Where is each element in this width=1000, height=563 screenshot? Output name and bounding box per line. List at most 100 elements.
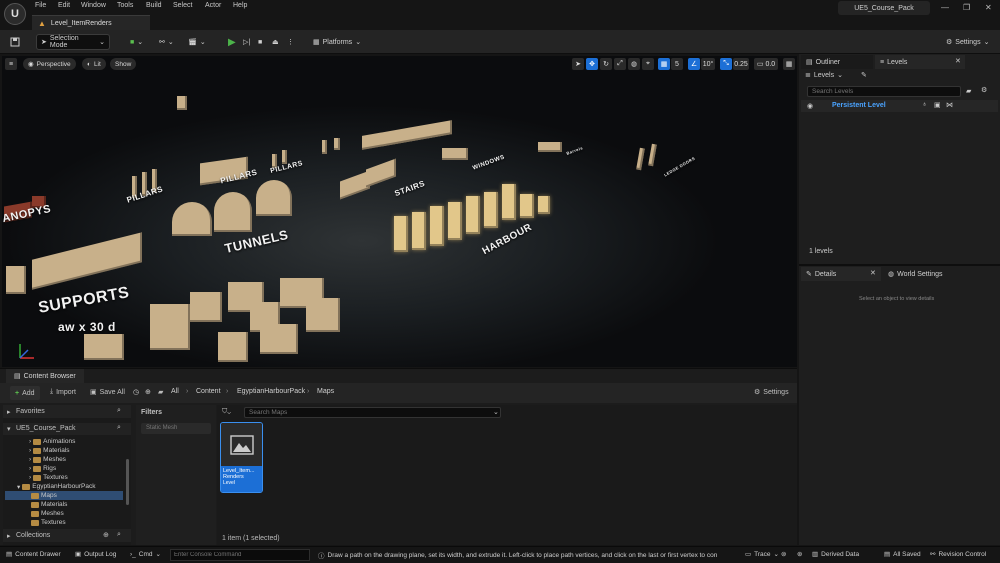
eject-icon[interactable]: ⏏ <box>268 34 283 50</box>
add-collection-icon[interactable]: ⊕ <box>103 531 109 539</box>
menu-tools[interactable]: Tools <box>117 2 133 9</box>
levels-dropdown[interactable]: ≣ Levels ⌄ <box>805 71 843 80</box>
tree-item-materials[interactable]: Materials <box>31 500 67 509</box>
close-tab-icon[interactable]: ✕ <box>955 57 961 65</box>
folder-icon[interactable]: ▰ <box>966 87 971 95</box>
breadcrumb-egyptian-harbour-pack[interactable]: EgyptianHarbourPack <box>237 388 305 395</box>
tree-item-meshes[interactable]: Meshes <box>31 509 64 518</box>
breadcrumb-content[interactable]: Content <box>196 388 221 395</box>
step-icon[interactable]: ▷| <box>239 34 254 50</box>
derived-data-button[interactable]: ▥ Derived Data <box>812 550 859 559</box>
platforms-button[interactable]: ▦ Platforms ⌄ <box>309 34 365 50</box>
scale-snap-value[interactable]: 0.25 <box>733 58 749 70</box>
menu-actor[interactable]: Actor <box>205 2 221 9</box>
scale-icon[interactable]: ⤢ <box>614 58 626 70</box>
content-settings-button[interactable]: ⚙ Settings <box>754 388 789 397</box>
forward-icon[interactable]: ⊕ <box>145 388 151 396</box>
close-tab-icon[interactable]: ✕ <box>870 269 876 277</box>
tree-item-maps[interactable]: Maps <box>5 491 123 500</box>
menu-file[interactable]: File <box>35 2 46 9</box>
favorites-header[interactable]: ▸ Favorites ⌕ <box>3 405 131 418</box>
maximize-viewport-icon[interactable]: ▦ <box>783 58 795 70</box>
translate-icon[interactable]: ✥ <box>586 58 598 70</box>
save-icon[interactable] <box>6 34 24 50</box>
content-drawer-button[interactable]: ▤ Content Drawer <box>6 550 61 559</box>
menu-help[interactable]: Help <box>233 2 247 9</box>
camera-speed-button[interactable]: ▭ 0.0 <box>754 58 778 70</box>
maximize-icon[interactable]: ❐ <box>963 3 970 12</box>
tab-world-settings[interactable]: ◍ World Settings <box>883 267 983 281</box>
scale-snap-icon[interactable]: ⤡ <box>720 58 732 70</box>
search-icon[interactable]: ⌕ <box>117 531 121 539</box>
tab-outliner[interactable]: ▤ Outliner <box>801 55 873 69</box>
menu-window[interactable]: Window <box>81 2 106 9</box>
history-icon[interactable]: ◷ <box>133 388 139 396</box>
hamburger-menu-icon[interactable]: ≡ <box>5 58 17 70</box>
breadcrumb-all[interactable]: All <box>171 388 179 395</box>
cmd-dropdown[interactable]: ›_ Cmd ⌄ <box>130 550 161 559</box>
tree-item-textures[interactable]: › Textures <box>29 473 68 482</box>
tree-scrollbar[interactable] <box>126 459 129 505</box>
world-space-icon[interactable]: ◍ <box>628 58 640 70</box>
project-root-header[interactable]: ▾ UE5_Course_Pack ⌕ <box>3 423 131 435</box>
blueprint-icon[interactable]: ⚯ ⌄ <box>155 34 178 50</box>
level-tab[interactable]: ▲ Level_ItemRenders <box>32 15 150 30</box>
level-viewport[interactable]: ANOPYS PILLARS PILLARS PILLARS TUNNELS S… <box>2 56 797 367</box>
selection-mode-dropdown[interactable]: ➤ Selection Mode ⌄ <box>36 34 110 50</box>
revision-control-button[interactable]: ⚯ Revision Control <box>930 550 986 559</box>
tree-item-textures[interactable]: Textures <box>31 518 66 527</box>
stop-icon[interactable]: ■ <box>254 34 266 50</box>
lightbulb-icon[interactable]: ♁ <box>922 101 927 108</box>
rotate-icon[interactable]: ↻ <box>600 58 612 70</box>
tree-item-materials[interactable]: › Materials <box>29 446 70 455</box>
console-command-input[interactable] <box>170 549 310 561</box>
menu-edit[interactable]: Edit <box>58 2 70 9</box>
minimize-icon[interactable]: — <box>941 3 949 12</box>
lock-icon[interactable]: ▣ <box>934 101 941 109</box>
import-button[interactable]: ⤓ Import <box>50 388 76 396</box>
tab-levels[interactable]: ≡ Levels <box>875 55 965 69</box>
select-mode-icon[interactable]: ➤ <box>572 58 584 70</box>
edit-icon[interactable]: ✎ <box>861 71 867 79</box>
rotation-snap-icon[interactable]: ∠ <box>688 58 700 70</box>
levels-search-input[interactable] <box>807 86 961 97</box>
all-saved-button[interactable]: ▤ All Saved <box>884 550 921 559</box>
persistent-level-row[interactable]: ◉ Persistent Level ♁ ▣ ⋈ <box>801 100 998 112</box>
close-icon[interactable]: ✕ <box>985 3 992 12</box>
add-actor-icon[interactable]: ■ ⌄ <box>126 34 147 50</box>
play-icon[interactable]: ▶ <box>224 34 240 50</box>
grid-snap-icon[interactable]: ▦ <box>658 58 670 70</box>
search-icon[interactable]: ⌕ <box>117 424 121 432</box>
cinematics-icon[interactable]: 🎬︎ ⌄ <box>184 34 210 50</box>
rotation-snap-value[interactable]: 10° <box>701 58 715 70</box>
add-button[interactable]: + Add <box>10 386 40 400</box>
lit-dropdown[interactable]: ◐ Lit <box>82 58 106 70</box>
surface-snap-icon[interactable]: ⌖ <box>642 58 654 70</box>
broadcast-icon[interactable]: ⊛ <box>797 550 802 558</box>
search-icon[interactable]: ⌕ <box>117 407 121 415</box>
tree-item-rigs[interactable]: › Rigs <box>29 464 56 473</box>
trace-button[interactable]: ▭ Trace ⌄ <box>745 550 779 559</box>
visibility-eye-icon[interactable]: ◉ <box>807 102 813 110</box>
level-actions-icon[interactable]: ⋈ <box>946 101 953 109</box>
collections-header[interactable]: ▸ Collections ⊕ ⌕ <box>3 529 131 542</box>
camera-record-icon[interactable]: ⊚ <box>781 550 786 558</box>
save-all-button[interactable]: ▣ Save All <box>90 388 125 397</box>
menu-select[interactable]: Select <box>173 2 192 9</box>
settings-button[interactable]: ⚙ Settings ⌄ <box>942 34 993 50</box>
asset-tile-level[interactable]: Level_Item... Renders Level <box>220 422 263 493</box>
asset-search-input[interactable] <box>244 407 501 418</box>
perspective-dropdown[interactable]: ◉ Perspective <box>23 58 76 70</box>
tab-details[interactable]: ✎ Details <box>801 267 881 281</box>
breadcrumb-maps[interactable]: Maps <box>317 388 334 395</box>
grid-snap-value[interactable]: 5 <box>671 58 683 70</box>
show-dropdown[interactable]: Show <box>110 58 137 70</box>
tree-item-animations[interactable]: › Animations <box>29 437 75 446</box>
play-options-icon[interactable]: ⋮ <box>283 34 298 50</box>
output-log-button[interactable]: ▣ Output Log <box>75 550 116 559</box>
tree-item-meshes[interactable]: › Meshes <box>29 455 66 464</box>
tree-item-egyptian-harbour-pack[interactable]: ▾ EgyptianHarbourPack <box>17 482 96 491</box>
unreal-logo-icon[interactable]: U <box>4 3 26 25</box>
filter-icon[interactable]: ⛉⌄ <box>222 408 231 416</box>
chevron-down-icon[interactable]: ⌄ <box>493 408 499 416</box>
